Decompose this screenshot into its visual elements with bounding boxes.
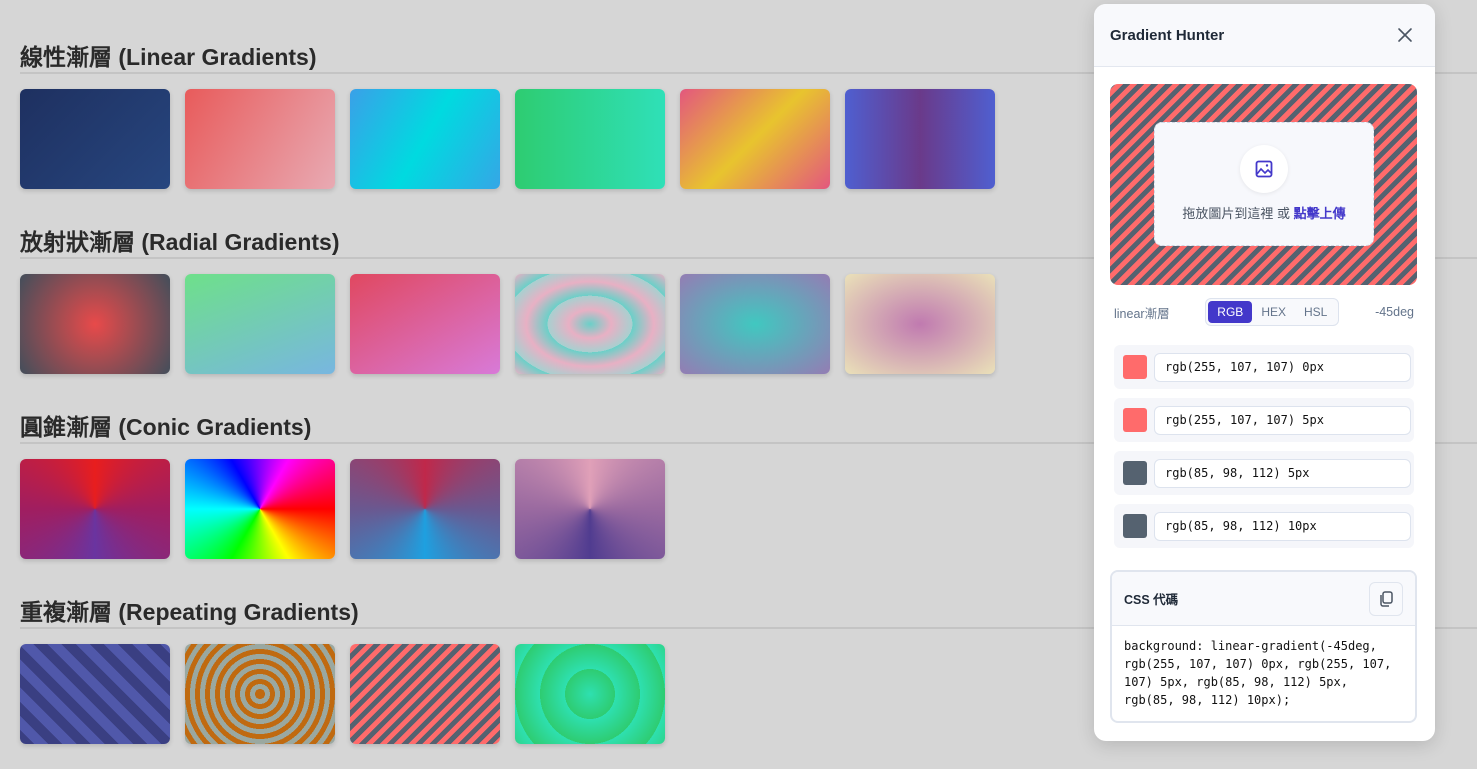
close-button[interactable] (1393, 23, 1417, 47)
copy-icon (1380, 590, 1393, 607)
upload-text: 拖放圖片到這裡 或 (1182, 206, 1294, 221)
color-stop-input[interactable] (1154, 405, 1411, 435)
gradient-swatch[interactable] (185, 89, 335, 189)
upload-link[interactable]: 點擊上傳 (1294, 206, 1346, 221)
color-stop-row (1114, 451, 1414, 495)
gradient-swatch[interactable] (845, 89, 995, 189)
format-hex-button[interactable]: HEX (1252, 301, 1295, 323)
copy-button[interactable] (1369, 581, 1403, 616)
format-hsl-button[interactable]: HSL (1295, 301, 1336, 323)
color-stop-swatch[interactable] (1123, 408, 1147, 432)
gradient-swatch[interactable] (185, 644, 335, 744)
css-code-box: CSS 代碼 background: linear-gradient(-45de… (1110, 570, 1417, 723)
gradient-controls: linear漸層 RGB HEX HSL -45deg (1114, 298, 1414, 326)
gradient-preview: 拖放圖片到這裡 或 點擊上傳 (1110, 84, 1417, 285)
gradient-swatch[interactable] (680, 89, 830, 189)
gradient-swatch[interactable] (680, 274, 830, 374)
gradient-swatch[interactable] (515, 274, 665, 374)
close-icon (1398, 28, 1412, 42)
gradient-hunter-panel: Gradient Hunter 拖放圖片到這裡 或 點擊上傳 linear漸層 … (1094, 4, 1435, 741)
color-stop-row (1114, 504, 1414, 548)
gradient-swatch[interactable] (185, 459, 335, 559)
upload-dropzone[interactable]: 拖放圖片到這裡 或 點擊上傳 (1154, 122, 1374, 246)
css-code-title: CSS 代碼 (1124, 593, 1179, 607)
panel-title: Gradient Hunter (1110, 26, 1225, 44)
color-stop-input[interactable] (1154, 511, 1411, 541)
gradient-swatch[interactable] (515, 89, 665, 189)
panel-header: Gradient Hunter (1094, 4, 1435, 67)
color-stop-row (1114, 398, 1414, 442)
gradient-angle: -45deg (1375, 305, 1414, 319)
gradient-swatch[interactable] (185, 274, 335, 374)
format-rgb-button[interactable]: RGB (1208, 301, 1253, 323)
gradient-swatch[interactable] (845, 274, 995, 374)
css-code-text[interactable]: background: linear-gradient(-45deg, rgb(… (1112, 626, 1415, 720)
upload-icon-circle (1240, 145, 1288, 193)
gradient-swatch[interactable] (20, 89, 170, 189)
gradient-swatch[interactable] (20, 274, 170, 374)
image-icon (1255, 160, 1273, 178)
gradient-swatch[interactable] (350, 89, 500, 189)
color-stop-swatch[interactable] (1123, 461, 1147, 485)
gradient-type-label: linear漸層 (1114, 306, 1170, 321)
color-stop-swatch[interactable] (1123, 355, 1147, 379)
color-stop-input[interactable] (1154, 352, 1411, 382)
color-stop-row (1114, 345, 1414, 389)
gradient-swatch[interactable] (515, 644, 665, 744)
gradient-swatch[interactable] (350, 459, 500, 559)
gradient-swatch[interactable] (20, 644, 170, 744)
gradient-swatch[interactable] (350, 274, 500, 374)
color-stop-swatch[interactable] (1123, 514, 1147, 538)
gradient-swatch[interactable] (350, 644, 500, 744)
color-stops-list (1114, 345, 1414, 557)
color-format-toggle: RGB HEX HSL (1205, 298, 1340, 326)
color-stop-input[interactable] (1154, 458, 1411, 488)
gradient-swatch[interactable] (515, 459, 665, 559)
gradient-swatch[interactable] (20, 459, 170, 559)
